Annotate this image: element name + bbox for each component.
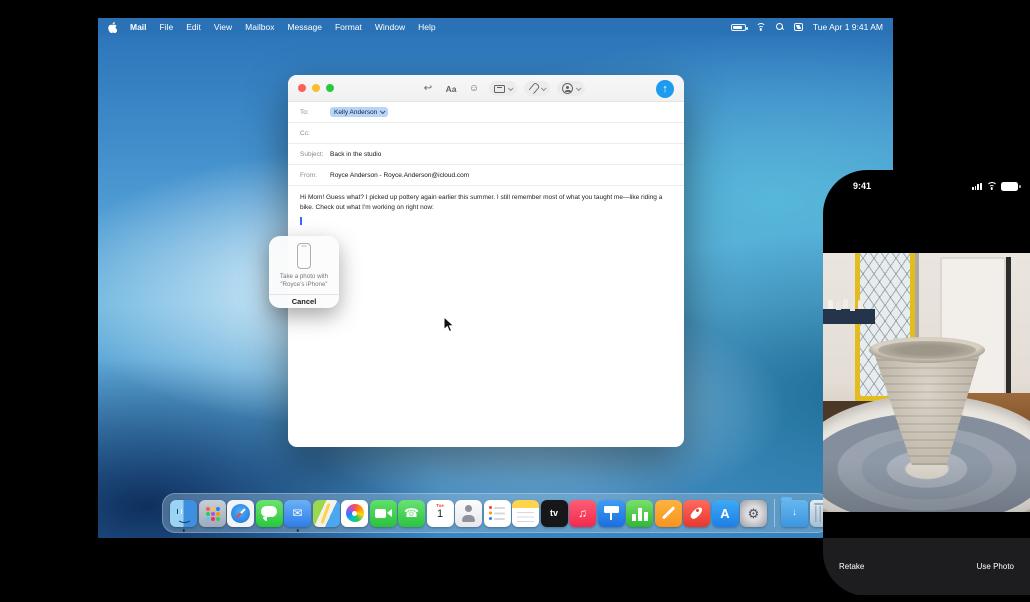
camera-action-bar: Retake Use Photo xyxy=(823,538,1030,595)
chevron-down-icon xyxy=(576,85,582,91)
menu-item-format[interactable]: Format xyxy=(335,22,362,32)
dock-icon-keynote[interactable] xyxy=(598,500,625,527)
menu-items: Mail File Edit View Mailbox Message Format Wind… xyxy=(108,22,436,33)
dock-icon-pages[interactable] xyxy=(655,500,682,527)
dock-icon-downloads[interactable]: ↓ xyxy=(781,500,808,527)
dock-icon-photos[interactable] xyxy=(341,500,368,527)
menu-item-window[interactable]: Window xyxy=(375,22,405,32)
header-fields-button[interactable] xyxy=(489,81,517,96)
insert-photo-icon xyxy=(562,83,573,94)
menu-bar: Mail File Edit View Mailbox Message Format Wind… xyxy=(98,18,893,36)
dock-icon-tv[interactable]: tv xyxy=(541,500,568,527)
undo-icon[interactable]: ↩ xyxy=(420,81,436,97)
to-label: To: xyxy=(300,109,330,116)
message-text: Hi Mom! Guess what? I picked up pottery … xyxy=(300,193,672,213)
window-controls xyxy=(298,84,334,92)
dock-icon-facetime[interactable] xyxy=(370,500,397,527)
dock-icon-finder[interactable] xyxy=(170,500,197,527)
dock-icon-contacts[interactable] xyxy=(455,500,482,527)
dock-icon-settings[interactable]: ⚙ xyxy=(740,500,767,527)
minimize-button[interactable] xyxy=(312,84,320,92)
wifi-icon[interactable] xyxy=(756,23,766,31)
menu-item-mailbox[interactable]: Mailbox xyxy=(245,22,274,32)
use-photo-button[interactable]: Use Photo xyxy=(977,562,1014,571)
iphone-status-bar: 9:41 xyxy=(823,170,1030,200)
zoom-button[interactable] xyxy=(326,84,334,92)
insert-photo-button[interactable] xyxy=(557,81,585,96)
dock-icon-rocket[interactable] xyxy=(683,500,710,527)
control-center-icon[interactable] xyxy=(794,23,803,31)
popup-message: Take a photo with “Royce’s iPhone” xyxy=(280,273,328,290)
dock-icon-reminders[interactable] xyxy=(484,500,511,527)
mail-compose-window: ↩ Aa ☺ ↑ To: Kelly Anderson Cc: Subject:… xyxy=(288,75,684,447)
menu-status-area: Tue Apr 1 9:41 AM xyxy=(731,22,883,32)
take-photo-popup: Take a photo with “Royce’s iPhone” Cance… xyxy=(269,236,339,308)
dock-icon-appstore[interactable]: A xyxy=(712,500,739,527)
attach-icon xyxy=(529,83,538,94)
from-value: Royce Anderson - Royce.Anderson@icloud.c… xyxy=(330,172,469,179)
iphone-status-icons xyxy=(972,182,1018,191)
text-caret xyxy=(300,217,302,225)
cc-field-row[interactable]: Cc: xyxy=(288,123,684,144)
running-indicator xyxy=(182,529,185,532)
mouse-pointer-icon xyxy=(443,316,455,334)
menu-item-edit[interactable]: Edit xyxy=(186,22,201,32)
attach-button[interactable] xyxy=(524,81,550,96)
photo-vignette xyxy=(823,253,1030,512)
subject-field-row[interactable]: Subject: Back in the studio xyxy=(288,144,684,165)
dock-icon-calendar[interactable]: Tue1 xyxy=(427,500,454,527)
cc-label: Cc: xyxy=(300,130,330,137)
iphone-screen: 9:41 Retake Use Photo xyxy=(823,170,1030,596)
recipient-name: Kelly Anderson xyxy=(334,109,377,116)
retake-button[interactable]: Retake xyxy=(839,562,864,571)
battery-icon xyxy=(1001,182,1018,191)
iphone-icon xyxy=(297,243,311,269)
dock: ✉ ☎Tue1 tv♫ A⚙ ↓ xyxy=(162,493,830,533)
dock-separator xyxy=(774,499,775,527)
dock-icon-music[interactable]: ♫ xyxy=(569,500,596,527)
subject-label: Subject: xyxy=(300,151,330,158)
emoji-icon[interactable]: ☺ xyxy=(466,81,482,97)
battery-icon[interactable] xyxy=(731,24,746,31)
search-icon[interactable] xyxy=(776,23,784,31)
dock-icon-maps[interactable] xyxy=(313,500,340,527)
mac-screen: Mail File Edit View Mailbox Message Format Wind… xyxy=(98,18,893,538)
chevron-down-icon xyxy=(508,85,514,91)
apple-menu-icon[interactable] xyxy=(108,22,117,33)
window-titlebar[interactable]: ↩ Aa ☺ ↑ xyxy=(288,75,684,102)
message-body[interactable]: Hi Mom! Guess what? I picked up pottery … xyxy=(288,186,684,213)
cellular-signal-icon xyxy=(972,183,982,191)
menu-item-file[interactable]: File xyxy=(160,22,174,32)
iphone-clock: 9:41 xyxy=(853,181,871,191)
dock-icon-safari[interactable] xyxy=(227,500,254,527)
menu-item-help[interactable]: Help xyxy=(418,22,435,32)
wifi-icon xyxy=(986,182,997,190)
dock-icon-mail[interactable]: ✉ xyxy=(284,500,311,527)
compose-toolbar: ↩ Aa ☺ xyxy=(420,75,585,102)
header-fields-icon xyxy=(494,85,505,93)
menu-item-view[interactable]: View xyxy=(214,22,232,32)
send-arrow-icon: ↑ xyxy=(662,83,668,95)
dock-icon-notes[interactable] xyxy=(512,500,539,527)
dock-icon-messages[interactable] xyxy=(256,500,283,527)
chevron-down-icon xyxy=(541,85,547,91)
camera-photo-preview xyxy=(823,253,1030,512)
menu-item-mail[interactable]: Mail xyxy=(130,22,147,32)
close-button[interactable] xyxy=(298,84,306,92)
dock-icon-phone[interactable]: ☎ xyxy=(398,500,425,527)
to-field-row[interactable]: To: Kelly Anderson xyxy=(288,102,684,123)
menu-item-message[interactable]: Message xyxy=(287,22,322,32)
cancel-button[interactable]: Cancel xyxy=(269,295,339,308)
from-field-row[interactable]: From: Royce Anderson - Royce.Anderson@ic… xyxy=(288,165,684,186)
dock-icon-launchpad[interactable] xyxy=(199,500,226,527)
menu-clock[interactable]: Tue Apr 1 9:41 AM xyxy=(813,22,883,32)
running-indicator xyxy=(296,529,299,532)
dock-icon-numbers[interactable] xyxy=(626,500,653,527)
recipient-chip[interactable]: Kelly Anderson xyxy=(330,107,388,117)
chevron-down-icon xyxy=(380,108,386,114)
format-icon[interactable]: Aa xyxy=(443,81,459,97)
from-label: From: xyxy=(300,172,330,179)
send-button[interactable]: ↑ xyxy=(656,80,674,98)
subject-value: Back in the studio xyxy=(330,151,381,158)
